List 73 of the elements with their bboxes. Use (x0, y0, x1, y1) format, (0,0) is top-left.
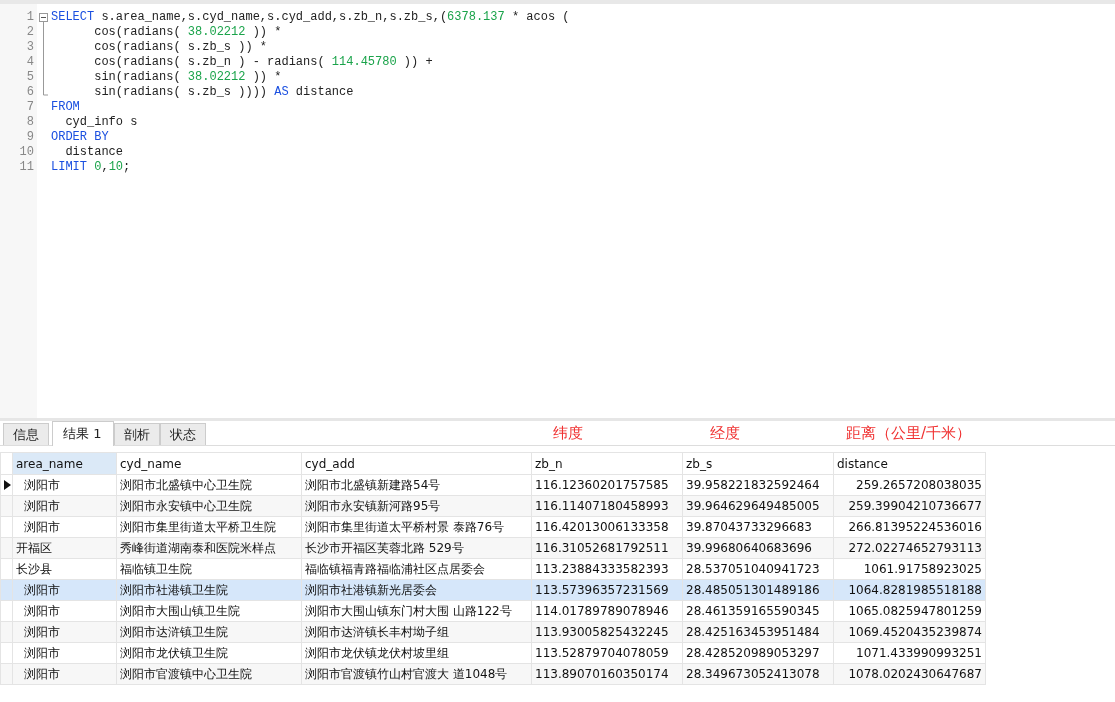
table-cell: 浏阳市大围山镇卫生院 (116, 600, 302, 622)
table-cell: 浏阳市大围山镇东门村大围 山路122号 (301, 600, 532, 622)
column-header[interactable]: cyd_add (301, 452, 532, 475)
code-line: SELECT s.area_name,s.cyd_name,s.cyd_add,s.zb_n,s.zb_s,(6378.137 * acos ( (51, 10, 570, 25)
code-line: sin(radians( s.zb_s )))) AS distance (93, 85, 354, 100)
table-cell: 1065.0825947801259 (833, 600, 986, 622)
code-line: distance (64, 145, 123, 160)
table-cell: 114.01789789078946 (531, 600, 683, 622)
table-cell: 116.12360201757585 (531, 474, 683, 496)
table-cell: 28.461359165590345 (682, 600, 834, 622)
table-cell: 浏阳市 (12, 600, 117, 622)
result-tab[interactable]: 状态 (160, 423, 207, 445)
table-cell: 浏阳市达浒镇长丰村坳子组 (301, 621, 532, 643)
table-cell: 福临镇福青路福临浦社区点居委会 (301, 558, 532, 580)
column-header[interactable]: zb_s (682, 452, 834, 475)
line-number: 8 (26, 115, 35, 130)
table-cell: 浏阳市龙伏镇龙伏村坡里组 (301, 642, 532, 664)
line-number: 3 (26, 40, 35, 55)
table-cell: 259.2657208038035 (833, 474, 986, 496)
line-number: 4 (26, 55, 35, 70)
code-line: ORDER BY (51, 130, 109, 145)
collapse-icon[interactable] (39, 10, 48, 25)
table-cell: 浏阳市北盛镇新建路54号 (301, 474, 532, 496)
table-cell: 113.23884333582393 (531, 558, 683, 580)
line-number: 9 (26, 130, 35, 145)
table-cell: 浏阳市北盛镇中心卫生院 (116, 474, 302, 496)
table-cell: 长沙市开福区芙蓉北路 529号 (301, 537, 532, 559)
code-line: cyd_info s (64, 115, 138, 130)
table-cell: 浏阳市永安镇新河路95号 (301, 495, 532, 517)
table-cell: 116.42013006133358 (531, 516, 683, 538)
table-cell: 浏阳市龙伏镇卫生院 (116, 642, 302, 664)
table-cell: 28.428520989053297 (682, 642, 834, 664)
current-row-icon (4, 480, 11, 490)
result-tab[interactable]: 信息 (3, 423, 49, 445)
row-indicator[interactable] (0, 474, 13, 496)
line-number: 11 (19, 160, 35, 175)
line-number: 7 (26, 100, 35, 115)
annotation-text: 经度 (710, 424, 740, 443)
column-header[interactable]: cyd_name (116, 452, 302, 475)
code-line: sin(radians( 38.02212 )) * (93, 70, 282, 85)
line-number: 2 (26, 25, 35, 40)
code-line: cos(radians( s.zb_s )) * (93, 40, 268, 55)
table-cell: 浏阳市官渡镇竹山村官渡大 道1048号 (301, 663, 532, 685)
code-line: LIMIT 0,10; (51, 160, 131, 175)
table-cell: 1061.91758923025 (833, 558, 986, 580)
line-number: 5 (26, 70, 35, 85)
result-tab[interactable]: 结果 1 (52, 421, 115, 446)
line-number: 1 (26, 10, 35, 25)
code-line: FROM (51, 100, 80, 115)
table-cell: 39.87043733296683 (682, 516, 834, 538)
column-header[interactable]: distance (833, 452, 986, 475)
table-cell: 浏阳市 (12, 474, 117, 496)
table-cell: 浏阳市集里街道太平桥村景 泰路76号 (301, 516, 532, 538)
result-tab[interactable]: 剖析 (114, 423, 161, 445)
table-cell: 长沙县 (12, 558, 117, 580)
code-line: cos(radians( 38.02212 )) * (93, 25, 282, 40)
table-cell: 福临镇卫生院 (116, 558, 302, 580)
table-cell: 113.52879704078059 (531, 642, 683, 664)
annotation-text: 距离（公里/千米） (846, 424, 972, 443)
column-header[interactable]: area_name (12, 452, 117, 475)
table-cell: 266.81395224536016 (833, 516, 986, 538)
table-cell: 39.958221832592464 (682, 474, 834, 496)
code-line: cos(radians( s.zb_n ) - radians( 114.45780 )) + (93, 55, 433, 70)
table-cell: 1071.433990993251 (833, 642, 986, 664)
line-number: 6 (26, 85, 35, 100)
table-cell: 28.537051040941723 (682, 558, 834, 580)
column-header[interactable]: zb_n (531, 452, 683, 475)
table-cell: 浏阳市社港镇新光居委会 (301, 579, 532, 601)
table-cell: 浏阳市 (12, 642, 117, 664)
table-cell: 浏阳市 (12, 516, 117, 538)
annotation-text: 纬度 (553, 424, 583, 443)
table-cell: 浏阳市集里街道太平桥卫生院 (116, 516, 302, 538)
line-number: 10 (19, 145, 35, 160)
